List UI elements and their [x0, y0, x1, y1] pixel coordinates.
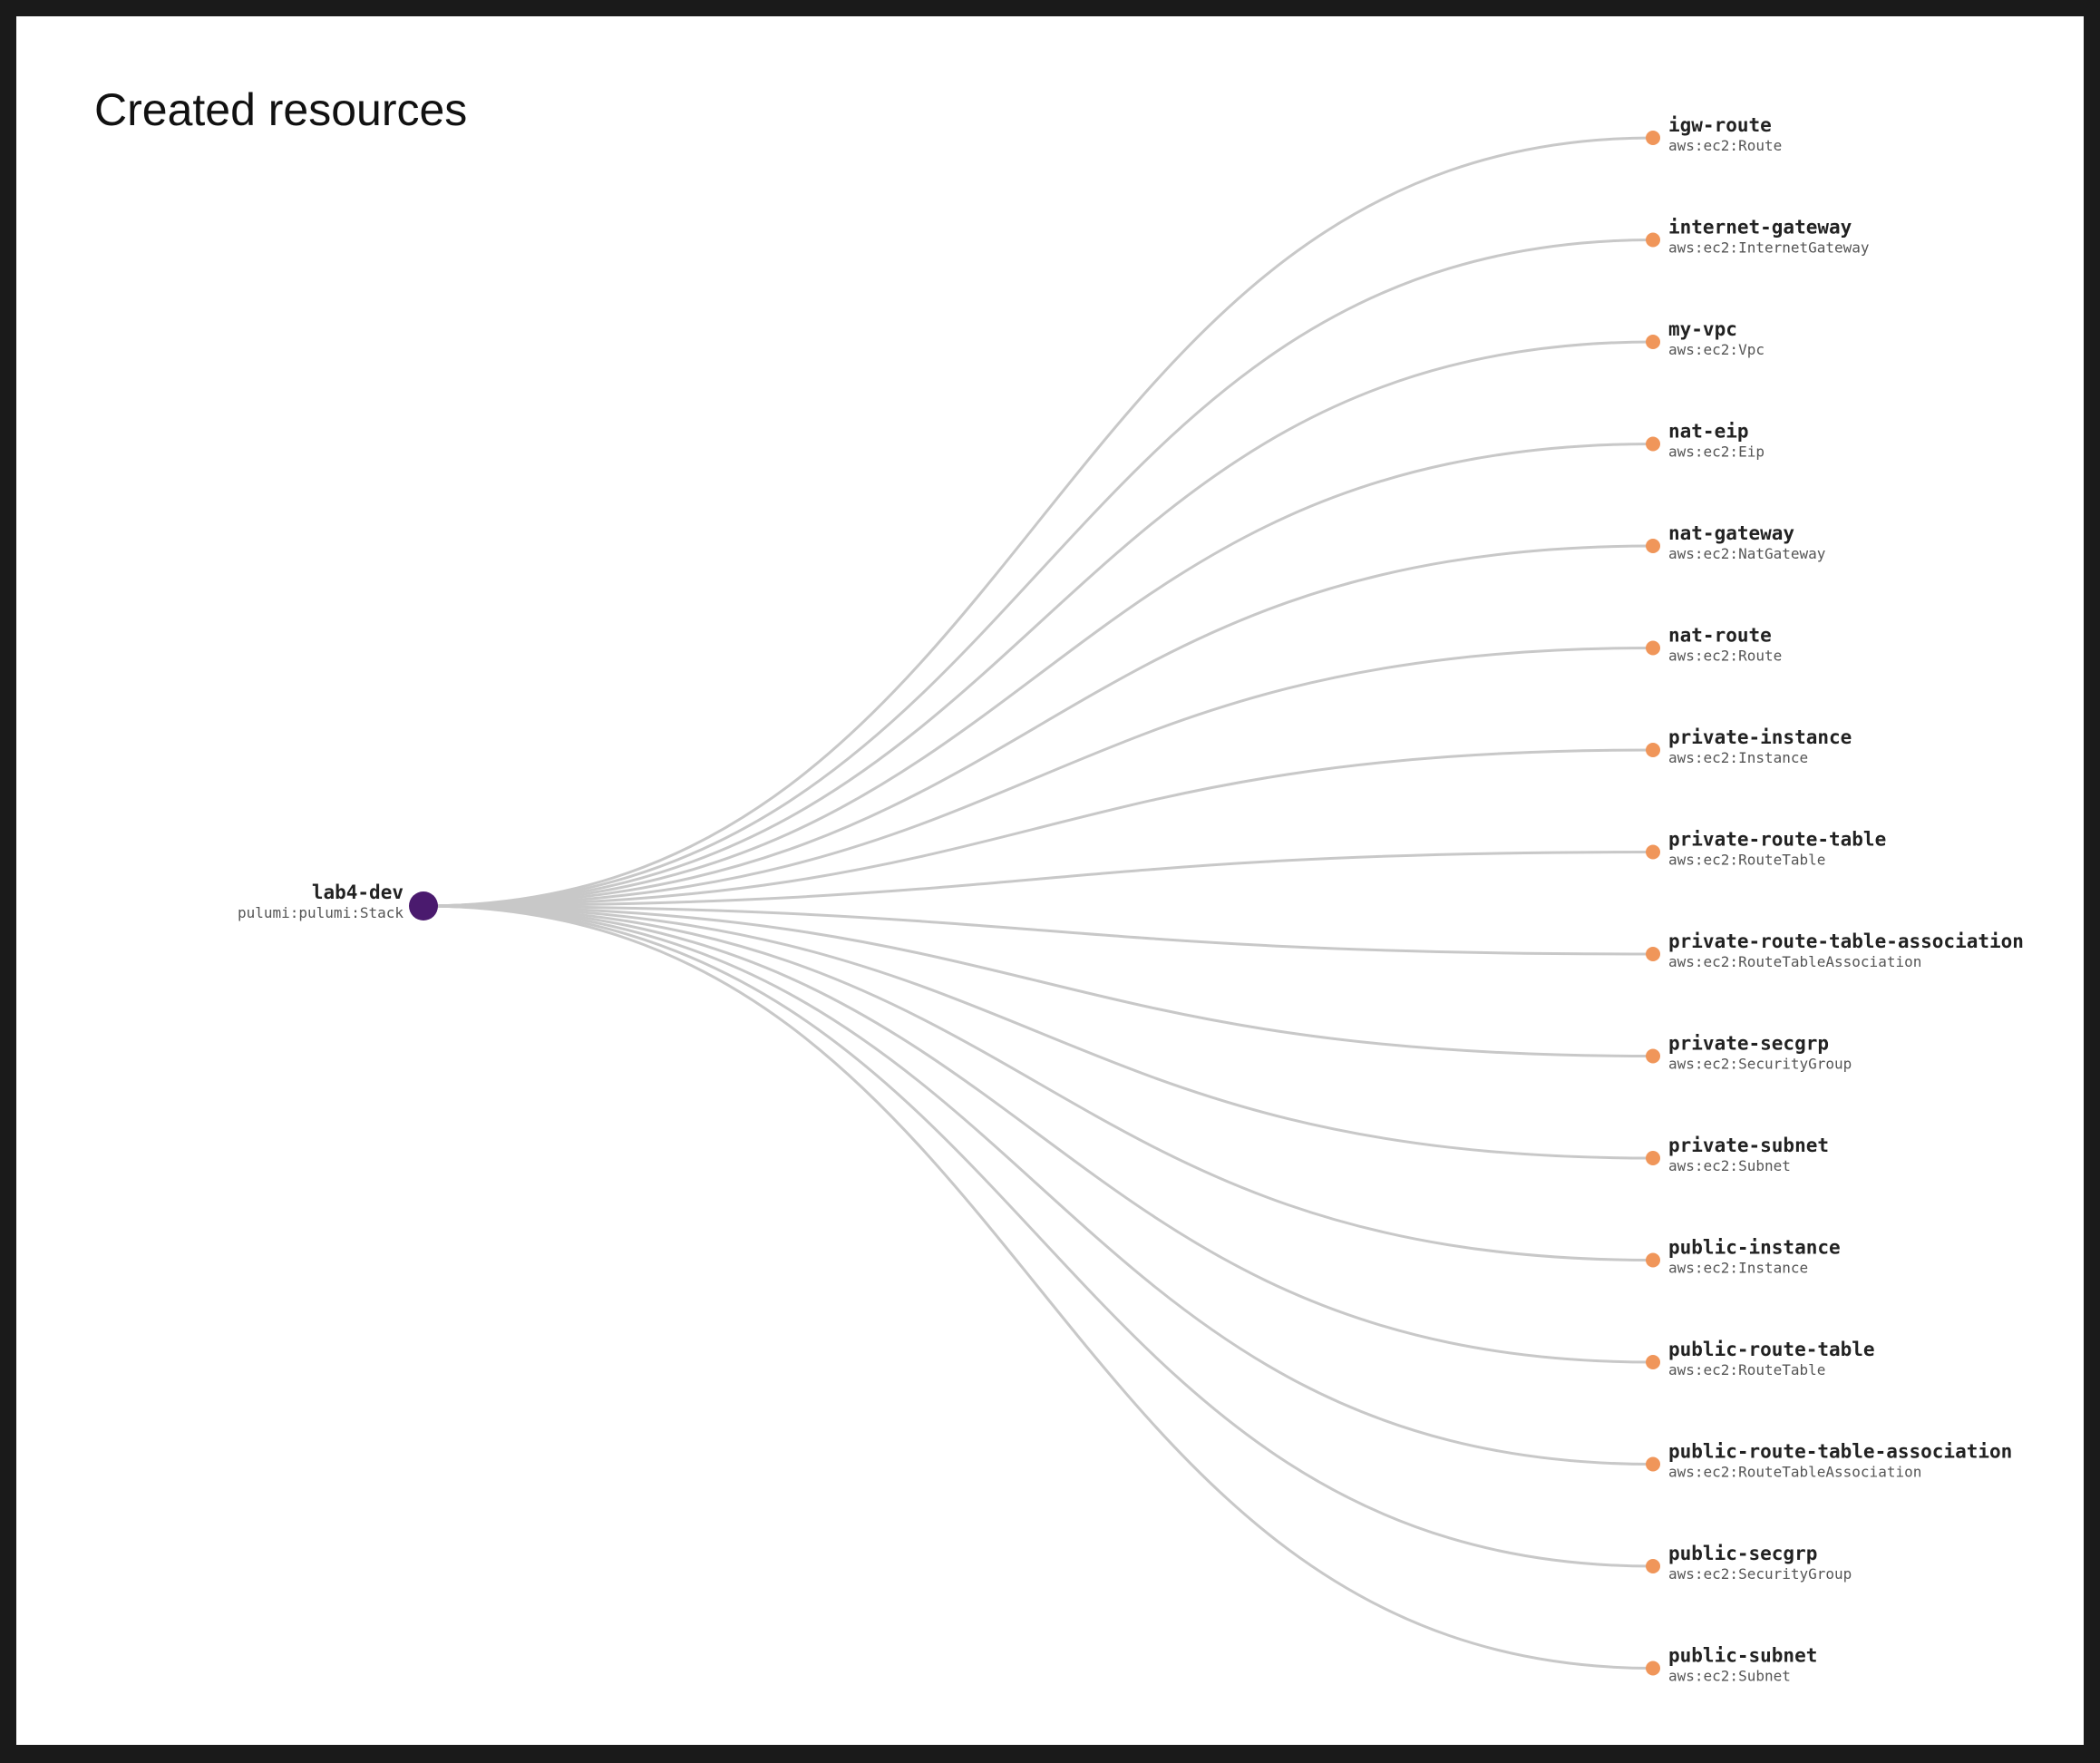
resource-node[interactable]: public-instanceaws:ec2:Instance	[1646, 1237, 1841, 1277]
edge-public-subnet	[423, 904, 1654, 1670]
resource-node-type: aws:ec2:RouteTableAssociation	[1668, 953, 1921, 970]
edge-private-subnet	[423, 904, 1654, 1160]
edge-nat-gateway	[423, 544, 1654, 908]
edge-internet-gateway	[423, 239, 1654, 908]
resource-node[interactable]: my-vpcaws:ec2:Vpc	[1646, 318, 1765, 358]
resource-node[interactable]: private-subnetaws:ec2:Subnet	[1646, 1135, 1829, 1174]
edge-public-instance	[423, 904, 1654, 1261]
node-layer: igw-routeaws:ec2:Routeinternet-gatewayaw…	[1646, 114, 2024, 1685]
resource-node-dot[interactable]	[1646, 335, 1660, 349]
resource-node-dot[interactable]	[1646, 1151, 1660, 1165]
resource-node-name: private-secgrp	[1668, 1033, 1829, 1055]
resource-node-type: aws:ec2:SecurityGroup	[1668, 1565, 1852, 1583]
edge-my-vpc	[423, 340, 1654, 908]
resource-node-type: aws:ec2:Vpc	[1668, 341, 1765, 358]
resource-node[interactable]: private-instanceaws:ec2:Instance	[1646, 726, 1852, 766]
resource-node[interactable]: public-route-tableaws:ec2:RouteTable	[1646, 1339, 1875, 1378]
resource-node-name: nat-gateway	[1668, 522, 1794, 544]
resource-node-name: public-subnet	[1668, 1645, 1817, 1667]
resource-node-dot[interactable]	[1646, 232, 1660, 248]
edge-layer	[423, 136, 1654, 1670]
edge-nat-eip	[423, 443, 1654, 908]
resource-node-dot[interactable]	[1646, 1252, 1660, 1268]
resource-node-dot[interactable]	[1646, 131, 1660, 145]
resource-node-name: nat-route	[1668, 625, 1772, 647]
edge-public-route-table	[423, 904, 1654, 1364]
root-node-name: lab4-dev	[312, 882, 403, 903]
edge-igw-route	[423, 136, 1654, 908]
root-node-dot[interactable]	[409, 891, 438, 920]
resource-node-type: aws:ec2:SecurityGroup	[1668, 1056, 1852, 1073]
resource-node-name: private-instance	[1668, 726, 1852, 748]
resource-node-name: internet-gateway	[1668, 217, 1852, 239]
resource-node-type: aws:ec2:InternetGateway	[1668, 239, 1870, 257]
resource-node-name: public-instance	[1668, 1237, 1841, 1259]
resource-node-dot[interactable]	[1646, 436, 1660, 452]
diagram-panel: Created resources igw-route aws:ec2:Route…	[16, 16, 2084, 1745]
resource-node-dot[interactable]	[1646, 947, 1660, 961]
edge-nat-route	[423, 647, 1654, 908]
resource-node-type: aws:ec2:RouteTable	[1668, 852, 1825, 869]
root-node-type: pulumi:pulumi:Stack	[238, 904, 403, 921]
resource-node-name: private-route-table-association	[1668, 930, 2024, 952]
resource-node-type: aws:ec2:Eip	[1668, 443, 1765, 461]
resource-node-dot[interactable]	[1646, 1661, 1660, 1676]
resource-node-type: aws:ec2:Route	[1668, 137, 1782, 154]
resource-node-dot[interactable]	[1646, 1559, 1660, 1573]
resource-node-dot[interactable]	[1646, 1355, 1660, 1369]
resource-node-name: private-route-table	[1668, 829, 1886, 851]
resource-node-name: my-vpc	[1668, 318, 1737, 340]
resource-node-type: aws:ec2:RouteTableAssociation	[1668, 1464, 1921, 1481]
resource-node[interactable]: private-route-tableaws:ec2:RouteTable	[1646, 829, 1886, 869]
resource-node-type: aws:ec2:Subnet	[1668, 1157, 1791, 1174]
resource-node-dot[interactable]	[1646, 1456, 1660, 1472]
resource-node-dot[interactable]	[1646, 1048, 1660, 1064]
resource-node[interactable]: internet-gatewayaws:ec2:InternetGateway	[1646, 217, 1870, 257]
resource-node-type: aws:ec2:RouteTable	[1668, 1361, 1825, 1378]
resource-node[interactable]: public-subnetaws:ec2:Subnet	[1646, 1645, 1817, 1685]
resource-node[interactable]: public-secgrpaws:ec2:SecurityGroup	[1646, 1543, 1852, 1583]
resource-node-dot[interactable]	[1646, 539, 1660, 553]
resource-node-name: public-secgrp	[1668, 1543, 1817, 1564]
resource-node[interactable]: nat-gatewayaws:ec2:NatGateway	[1646, 522, 1826, 562]
resource-node-dot[interactable]	[1646, 844, 1660, 860]
resource-node-name: public-route-table-association	[1668, 1441, 2012, 1463]
resource-node-dot[interactable]	[1646, 640, 1660, 656]
root-node[interactable]: lab4-dev pulumi:pulumi:Stack	[238, 882, 438, 921]
resource-node-type: aws:ec2:NatGateway	[1668, 545, 1826, 562]
resource-node[interactable]: private-route-table-associationaws:ec2:R…	[1646, 930, 2024, 970]
resource-tree: igw-routeaws:ec2:Routeinternet-gatewayaw…	[238, 114, 2024, 1685]
resource-node-name: private-subnet	[1668, 1135, 1829, 1156]
edge-public-secgrp	[423, 904, 1654, 1568]
resource-node[interactable]: public-route-table-associationaws:ec2:Ro…	[1646, 1441, 2012, 1481]
resource-node-type: aws:ec2:Subnet	[1668, 1668, 1791, 1685]
resource-node-type: aws:ec2:Instance	[1668, 1260, 1808, 1277]
resource-node-type: aws:ec2:Instance	[1668, 749, 1808, 766]
resource-node-dot[interactable]	[1646, 743, 1660, 757]
edge-public-route-table-association	[423, 904, 1654, 1466]
resource-node-name: nat-eip	[1668, 421, 1749, 443]
resource-node-name: igw-route	[1668, 114, 1772, 136]
resource-node-name: public-route-table	[1668, 1339, 1875, 1360]
resource-node-type: aws:ec2:Route	[1668, 648, 1782, 665]
resource-node[interactable]: igw-routeaws:ec2:Route	[1646, 114, 1782, 154]
resource-node[interactable]: nat-eipaws:ec2:Eip	[1646, 421, 1765, 461]
resource-node[interactable]: private-secgrpaws:ec2:SecurityGroup	[1646, 1033, 1852, 1073]
resource-node[interactable]: nat-routeaws:ec2:Route	[1646, 625, 1782, 665]
